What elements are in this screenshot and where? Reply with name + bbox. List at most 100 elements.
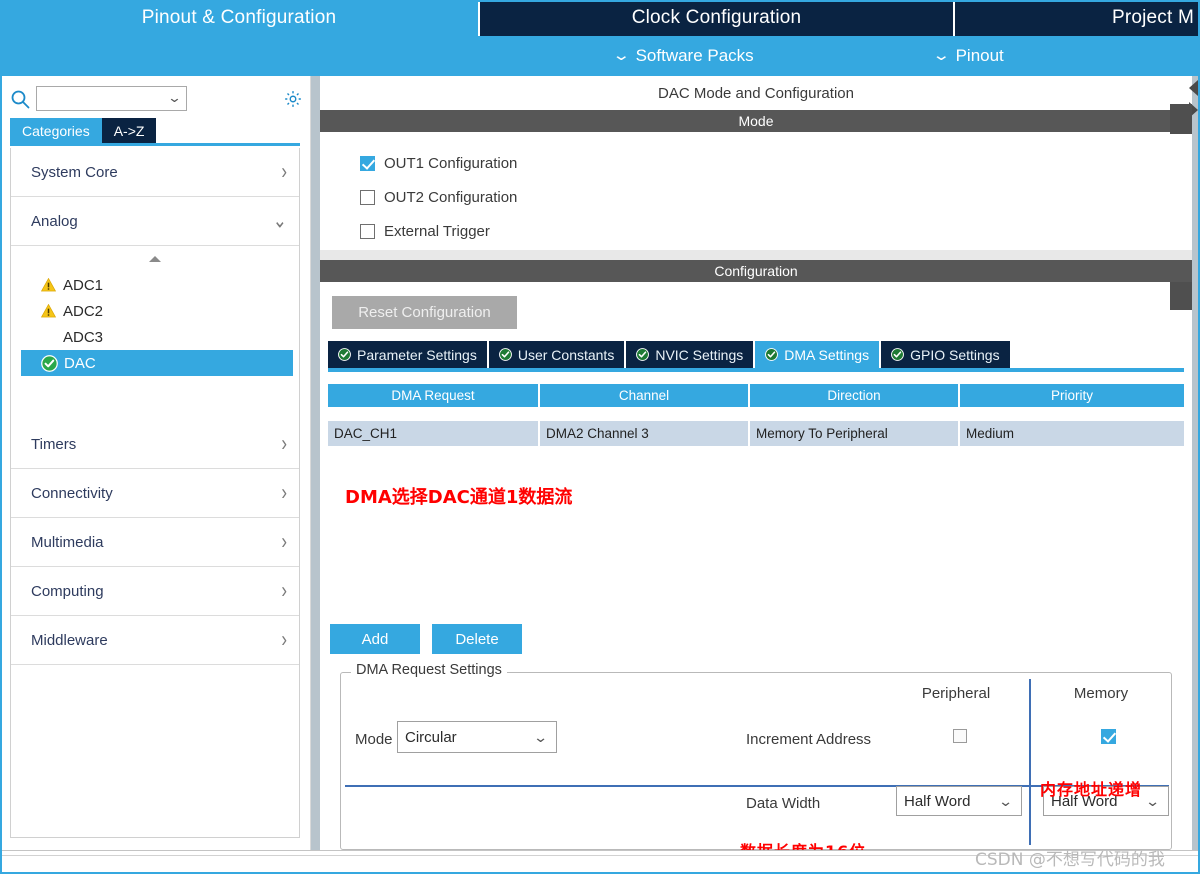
mode-label: Mode <box>355 731 393 748</box>
checkbox-external-trigger-label: External Trigger <box>384 222 490 240</box>
sidebar-item-timers[interactable]: Timers › <box>11 420 299 469</box>
sidebar-item-connectivity[interactable]: Connectivity › <box>11 469 299 518</box>
check-circle-icon <box>891 348 905 361</box>
tab-pinout-configuration[interactable]: Pinout & Configuration <box>0 0 480 36</box>
main-tab-bar: Pinout & Configuration Clock Configurati… <box>0 0 1200 36</box>
menu-software-packs[interactable]: ⌄ Software Packs <box>612 36 754 76</box>
checkbox-out2-configuration-label: OUT2 Configuration <box>384 188 518 206</box>
chevron-right-icon: › <box>281 529 287 554</box>
main-panel: DAC Mode and Configuration Mode OUT1 Con… <box>320 76 1192 861</box>
sidebar-item-computing[interactable]: Computing › <box>11 567 299 616</box>
column-header-dma-request[interactable]: DMA Request <box>328 384 540 407</box>
mode-section-header: Mode <box>320 110 1192 132</box>
mode-section-body: OUT1 Configuration OUT2 Configuration Ex… <box>320 132 1192 250</box>
peripheral-item-adc2-label: ADC2 <box>63 302 104 320</box>
checkbox-out1-configuration-label: OUT1 Configuration <box>384 154 518 172</box>
checkbox-row-out1[interactable]: OUT1 Configuration <box>360 146 1192 180</box>
checkbox-row-out2[interactable]: OUT2 Configuration <box>360 180 1192 214</box>
cell-channel: DMA2 Channel 3 <box>540 421 750 446</box>
scrollbar-thumb-upper[interactable] <box>1170 104 1192 134</box>
sidebar-search-row: ⌄ <box>0 82 311 118</box>
reset-configuration-button[interactable]: Reset Configuration <box>332 296 517 329</box>
chevron-right-icon: › <box>281 627 287 652</box>
column-header-direction[interactable]: Direction <box>750 384 960 407</box>
chevron-down-icon: ⌄ <box>272 208 287 233</box>
sidebar-item-analog[interactable]: Analog ⌄ <box>11 197 299 246</box>
chevron-down-icon: ⌄ <box>533 728 549 745</box>
search-input[interactable] <box>37 88 157 109</box>
search-combo[interactable]: ⌄ <box>36 86 187 111</box>
scroll-spinner[interactable] <box>11 246 299 272</box>
sidebar-item-middleware-label: Middleware <box>31 631 108 649</box>
checkbox-increment-peripheral[interactable] <box>953 729 967 743</box>
check-circle-icon <box>338 348 351 361</box>
delete-button[interactable]: Delete <box>432 624 522 654</box>
tab-categories[interactable]: Categories <box>10 118 102 143</box>
warning-icon <box>40 277 57 292</box>
configuration-tab-strip: Parameter Settings User Constants NVIC S… <box>320 341 1192 368</box>
chevron-right-icon: › <box>281 431 287 456</box>
tab-nvic-settings[interactable]: NVIC Settings <box>626 341 754 368</box>
sidebar-item-connectivity-label: Connectivity <box>31 484 113 502</box>
data-width-label: Data Width <box>746 795 821 812</box>
table-header-gap <box>328 407 1184 421</box>
checkbox-out2-configuration[interactable] <box>360 189 375 205</box>
checkbox-row-external-trigger[interactable]: External Trigger <box>360 214 1192 248</box>
annotation-memory-increment: 内存地址递增 <box>1040 780 1143 799</box>
sub-menu-bar: ⌄ Software Packs ⌄ Pinout <box>0 36 1200 76</box>
mode-select[interactable]: Circular ⌄ <box>397 721 557 753</box>
tab-user-constants[interactable]: User Constants <box>488 341 625 368</box>
configuration-section-header: Configuration <box>320 260 1192 282</box>
chevron-down-icon[interactable]: ⌄ <box>167 90 182 106</box>
sidebar-tabs: Categories A->Z <box>10 116 311 143</box>
gear-icon[interactable] <box>283 89 303 109</box>
panel-divider <box>311 76 320 850</box>
tab-categories-label: Categories <box>22 122 90 139</box>
sidebar-item-analog-label: Analog <box>31 212 78 230</box>
peripheral-item-adc3[interactable]: ADC3 <box>11 324 299 350</box>
sidebar: ⌄ Categories A->Z System Core › Analog ⌄… <box>0 76 311 850</box>
increment-address-label: Increment Address <box>746 731 872 748</box>
cell-dma-request: DAC_CH1 <box>328 421 540 446</box>
warning-icon <box>40 303 57 318</box>
tab-gpio-settings[interactable]: GPIO Settings <box>881 341 1010 368</box>
vertical-divider <box>1029 679 1031 845</box>
tab-a-to-z[interactable]: A->Z <box>101 118 157 143</box>
right-scrollbar-track[interactable] <box>1192 76 1200 850</box>
chevron-right-icon: › <box>281 159 287 184</box>
tab-user-constants-label: User Constants <box>517 346 615 363</box>
peripheral-item-adc2[interactable]: ADC2 <box>11 298 299 324</box>
scrollbar-thumb-lower[interactable] <box>1170 282 1192 310</box>
tab-parameter-settings[interactable]: Parameter Settings <box>328 341 487 368</box>
annotation-dma-channel: DMA选择DAC通道1数据流 <box>345 487 573 508</box>
checkbox-external-trigger[interactable] <box>360 223 375 239</box>
sidebar-item-multimedia-label: Multimedia <box>31 533 104 551</box>
tab-dma-settings[interactable]: DMA Settings <box>755 341 880 368</box>
checkbox-out1-configuration[interactable] <box>360 155 375 171</box>
sidebar-item-multimedia[interactable]: Multimedia › <box>11 518 299 567</box>
check-circle-icon <box>498 348 512 361</box>
sub-menu-left-fill <box>0 36 480 76</box>
data-width-peripheral-select[interactable]: Half Word ⌄ <box>896 786 1022 816</box>
sidebar-item-computing-label: Computing <box>31 582 104 600</box>
sidebar-item-system-core-label: System Core <box>31 163 118 181</box>
tab-project-manager[interactable]: Project M <box>955 0 1200 36</box>
check-circle-icon <box>765 348 779 361</box>
peripheral-item-dac[interactable]: DAC <box>21 350 293 376</box>
peripheral-item-adc1[interactable]: ADC1 <box>11 272 299 298</box>
tab-clock-configuration[interactable]: Clock Configuration <box>480 0 955 36</box>
column-label-peripheral: Peripheral <box>921 685 991 702</box>
cell-priority: Medium <box>966 426 1015 441</box>
checkbox-increment-memory[interactable] <box>1101 729 1116 744</box>
add-button[interactable]: Add <box>330 624 420 654</box>
cell-direction: Memory To Peripheral <box>750 421 960 446</box>
menu-pinout[interactable]: ⌄ Pinout <box>932 36 1004 76</box>
peripheral-item-adc1-label: ADC1 <box>63 276 104 294</box>
sidebar-item-middleware[interactable]: Middleware › <box>11 616 299 665</box>
caret-up-icon[interactable] <box>149 255 161 262</box>
column-header-priority[interactable]: Priority <box>960 384 1184 407</box>
table-row[interactable]: DAC_CH1 DMA2 Channel 3 Memory To Periphe… <box>328 421 1184 446</box>
sidebar-item-system-core[interactable]: System Core › <box>11 148 299 197</box>
tab-a-to-z-label: A->Z <box>113 122 145 139</box>
column-header-channel[interactable]: Channel <box>540 384 750 407</box>
